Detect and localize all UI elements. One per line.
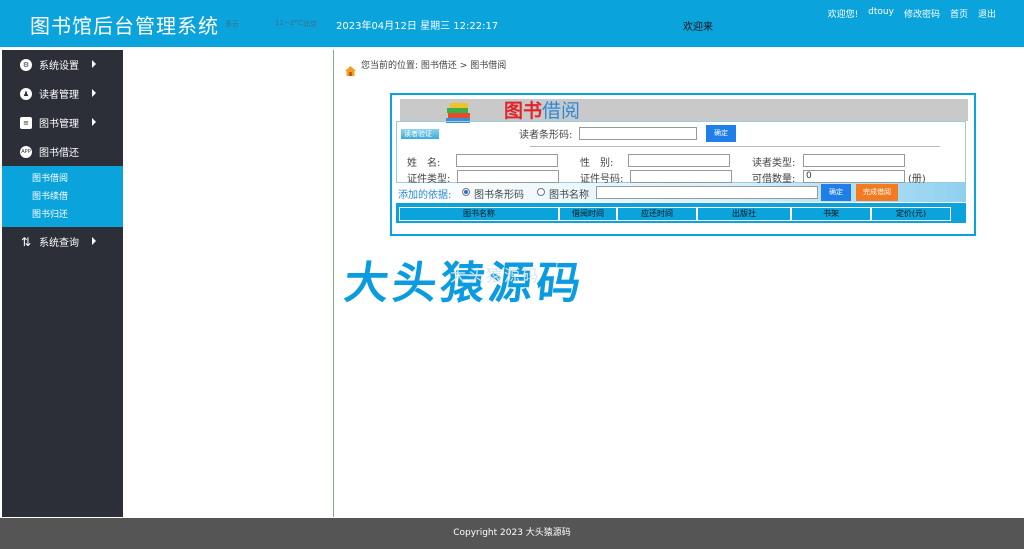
change-password-link[interactable]: 修改密码	[904, 7, 940, 20]
chevron-right-icon	[92, 237, 96, 245]
gender-label: 性 别:	[580, 158, 614, 169]
banner-title: 图书借阅	[504, 100, 580, 122]
logout-link[interactable]: 退出	[978, 7, 996, 20]
radio-barcode-label: 图书条形码	[474, 190, 524, 201]
footer: Copyright 2023 大头猿源码	[0, 518, 1024, 549]
id-type-field[interactable]	[457, 170, 559, 183]
borrow-panel: 图书借阅 读者验证 读者条形码: 确定 姓 名: 性 别: 读者类型: 证件类型…	[390, 93, 976, 236]
chevron-right-icon	[92, 89, 96, 97]
sort-icon: ⇅	[20, 234, 32, 249]
reader-barcode-input[interactable]	[579, 127, 697, 140]
radio-by-name[interactable]	[537, 188, 545, 196]
reader-verify-tag: 读者验证	[401, 129, 439, 139]
sidebar-item-system-settings[interactable]: ⚙ 系统设置	[2, 50, 123, 79]
add-basis-label: 添加的依据:	[398, 190, 452, 201]
gender-field[interactable]	[628, 154, 730, 167]
reader-type-label: 读者类型:	[752, 158, 796, 169]
sidebar-item-reader-management[interactable]: ♟ 读者管理	[2, 79, 123, 108]
book-search-input[interactable]	[596, 186, 818, 199]
column-header: 应还时间	[617, 207, 697, 221]
username: dtouy	[868, 7, 894, 17]
content-divider	[333, 50, 334, 517]
watermark-overlay: 大头猿源码	[450, 266, 541, 285]
breadcrumb-prefix: 您当前的位置:	[361, 61, 419, 71]
borrow-table: 图书名称 借阅时间 应还时间 出版社 书架 定价(元)	[396, 203, 966, 223]
sidebar-item-label: 系统设置	[39, 61, 79, 72]
finish-borrow-button[interactable]: 完成借阅	[856, 184, 898, 201]
column-header: 定价(元)	[871, 207, 951, 221]
copyright-text: Copyright 2023 大头猿源码	[453, 528, 571, 538]
top-header: 图书馆后台管理系统 多云 11~2°C 北京 2023年04月12日 星期三 1…	[0, 0, 1024, 47]
home-link[interactable]: 首页	[950, 7, 968, 20]
barcode-label: 读者条形码:	[519, 130, 573, 141]
radio-name-label: 图书名称	[549, 190, 589, 201]
reader-icon: ♟	[20, 87, 32, 100]
name-label: 姓 名:	[407, 158, 441, 169]
radio-by-barcode[interactable]	[462, 188, 470, 196]
name-field[interactable]	[456, 154, 558, 167]
sidebar: ⚙ 系统设置 ♟ 读者管理 ≡ 图书管理 APP 图书借还 图书借阅 图书续借 …	[2, 50, 123, 517]
reader-verify-box: 读者验证 读者条形码: 确定 姓 名: 性 别: 读者类型: 证件类型: 证件号…	[396, 121, 966, 185]
breadcrumb-level2: 图书借阅	[470, 61, 507, 71]
chevron-right-icon	[92, 118, 96, 126]
reader-type-field[interactable]	[803, 154, 905, 167]
divider	[530, 146, 940, 147]
datetime: 2023年04月12日 星期三 12:22:17	[336, 21, 499, 32]
sidebar-subitem-renew[interactable]: 图书续借	[2, 188, 123, 206]
app-title: 图书馆后台管理系统	[30, 14, 219, 38]
column-header: 借阅时间	[559, 207, 617, 221]
subnav-borrow-return: 图书借阅 图书续借 图书归还	[2, 166, 123, 227]
banner-title-red: 图书	[504, 100, 543, 122]
sidebar-item-label: 系统查询	[39, 238, 79, 249]
table-header: 图书名称 借阅时间 应还时间 出版社 书架 定价(元)	[399, 207, 951, 221]
chevron-right-icon	[92, 60, 96, 68]
sidebar-item-label: 图书管理	[39, 119, 79, 130]
weather-temperature: 11~2°C	[275, 19, 303, 27]
sidebar-item-book-management[interactable]: ≡ 图书管理	[2, 108, 123, 137]
column-header: 书架	[791, 207, 871, 221]
banner-title-blue: 借阅	[542, 100, 581, 122]
column-header: 出版社	[697, 207, 791, 221]
welcome-text: 欢迎您!	[827, 10, 859, 20]
weather-condition: 多云	[225, 20, 239, 28]
borrow-banner: 图书借阅	[400, 99, 968, 123]
column-header: 图书名称	[399, 207, 559, 221]
breadcrumb-separator: >	[459, 61, 468, 71]
home-icon	[345, 66, 356, 76]
breadcrumb: 您当前的位置: 图书借还 > 图书借阅	[361, 58, 506, 71]
weather-city: 北京	[303, 20, 317, 28]
id-number-field[interactable]	[630, 170, 732, 183]
sidebar-item-borrow-return[interactable]: APP 图书借还	[2, 137, 123, 166]
top-links: 欢迎您! dtouy 修改密码 首页 退出	[828, 7, 996, 20]
welcome-marquee: 欢迎来	[683, 22, 713, 33]
add-basis-bar: 添加的依据: 图书条形码 图书名称 确定 完成借阅	[396, 183, 966, 202]
breadcrumb-level1[interactable]: 图书借还	[421, 61, 457, 71]
sidebar-item-label: 图书借还	[39, 148, 79, 159]
sidebar-item-system-query[interactable]: ⇅ 系统查询	[2, 227, 123, 256]
confirm-book-button[interactable]: 确定	[821, 184, 851, 201]
sidebar-item-label: 读者管理	[39, 90, 79, 101]
gear-icon: ⚙	[20, 58, 32, 71]
app-icon: APP	[20, 145, 32, 158]
sidebar-subitem-return[interactable]: 图书归还	[2, 206, 123, 224]
sidebar-subitem-borrow[interactable]: 图书借阅	[2, 170, 123, 188]
confirm-reader-button[interactable]: 确定	[706, 125, 736, 142]
borrowable-count-field[interactable]: 0	[803, 170, 905, 183]
books-icon: ≡	[20, 116, 32, 129]
